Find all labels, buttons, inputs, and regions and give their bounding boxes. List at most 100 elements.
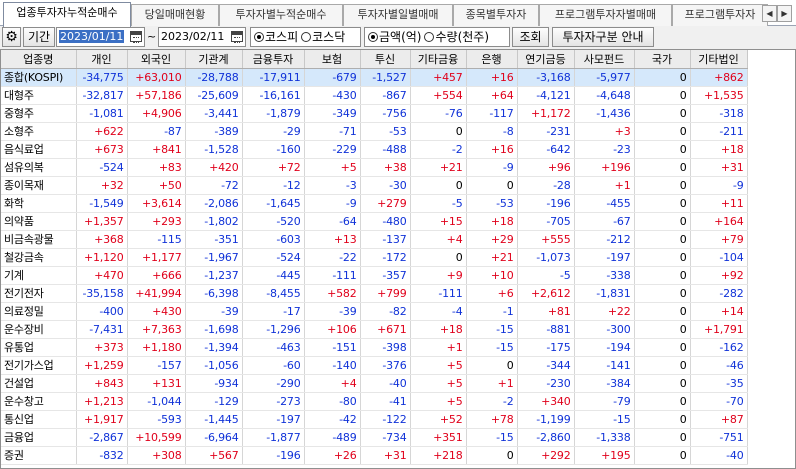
value-cell: +1,791 [690,320,748,339]
table-row[interactable]: 유통업 +373 +1,180 -1,394 -463 -151 -398 +1 -15 -175… [1,338,748,357]
value-cell: -12 [242,176,305,195]
column-header[interactable]: 연기금등 [517,50,575,69]
investor-table: 업종명 개인 외국인 기관계 금융투자 보험 투신 기타금융 은행 연기금등 사모펀드 국가 기타법인 … [1,50,748,465]
tab-program-investor[interactable]: 프로그램투자자 [672,4,768,26]
investor-guide-button[interactable]: 투자자구분 안내 [552,27,654,47]
value-cell: -80 [304,392,361,411]
unit-option-amount[interactable]: 금액(억) [368,30,421,44]
column-header[interactable]: 업종명 [1,50,77,69]
column-header[interactable]: 금융투자 [242,50,305,69]
sector-name-cell: 의약품 [1,212,77,231]
value-cell: -212 [574,230,635,249]
value-cell: -520 [242,212,305,231]
table-row[interactable]: 증권 -832 +308 +567 -196 +26 +31 +218 0 +292 +195 0 -4… [1,446,748,465]
tab-stock-investor[interactable]: 종목별투자자 [453,4,539,26]
value-cell: -230 [517,374,575,393]
sector-name-cell: 운수장비 [1,320,77,339]
column-header[interactable]: 투신 [360,50,411,69]
value-cell: -1,698 [185,320,243,339]
column-header[interactable]: 개인 [76,50,128,69]
query-button[interactable]: 조회 [512,27,549,47]
value-cell: +21 [466,248,518,267]
sector-name-cell: 통신업 [1,410,77,429]
value-cell: -157 [127,356,186,375]
column-header[interactable]: 기관계 [185,50,243,69]
market-option-kosdaq[interactable]: 코스닥 [301,30,345,44]
end-date-input[interactable]: 2023/02/11 [158,27,246,47]
table-row[interactable]: 전기전자 -35,158 +41,994 -6,398 -8,455 +582 +799 -1… [1,284,748,303]
tab-investor-daily[interactable]: 투자자별일별매매 [343,4,453,26]
value-cell: -1,338 [574,428,635,447]
value-cell: -211 [690,122,748,141]
table-row[interactable]: 대형주 -32,817 +57,186 -25,609 -16,161 -430 -867 +… [1,86,748,105]
tab-program-investor-trading[interactable]: 프로그램투자자별매매 [539,4,672,26]
table-row[interactable]: 금융업 -2,867 +10,599 -6,964 -1,877 -489 -734 +351… [1,428,748,447]
value-cell: 0 [634,302,691,321]
table-row[interactable]: 화학 -1,549 +3,614 -2,086 -1,645 -9 +279 -5 -53 -19… [1,194,748,213]
unit-option-quantity[interactable]: 수량(천주) [424,30,489,44]
table-row[interactable]: 운수장비 -7,431 +7,363 -1,698 -1,296 +106 +671 +18-… [1,320,748,339]
value-cell: -111 [410,284,467,303]
value-cell: -603 [242,230,305,249]
value-cell: +1,177 [127,248,186,267]
calendar-icon[interactable] [130,31,142,43]
table-header-row: 업종명 개인 외국인 기관계 금융투자 보험 투신 기타금융 은행 연기금등 사모펀드 국가 기타법인 [1,50,748,69]
value-cell: +29 [466,230,518,249]
value-cell: +26 [304,446,361,465]
table-row[interactable]: 통신업 +1,917 -593 -1,445 -197 -42 -122 +52 +78 -1,1… [1,410,748,429]
table-row[interactable]: 비금속광물 +368 -115 -351 -603 +13 -137 +4 +29 +555 -21… [1,230,748,249]
value-cell: +18 [410,320,467,339]
value-cell: -82 [360,302,411,321]
table-row[interactable]: 음식료업 +673 +841 -1,528 -160 -229 -488 -2 +16 -642-… [1,140,748,159]
value-cell: -273 [242,392,305,411]
tab-scroll-right-button[interactable]: ▶ [777,5,792,22]
table-row[interactable]: 철강금속 +1,120 +1,177 -1,967 -524 -22 -172 0 +21 -1,… [1,248,748,267]
value-cell: 0 [410,176,467,195]
value-cell: 0 [634,230,691,249]
value-cell: -196 [517,194,575,213]
market-option-kospi[interactable]: 코스피 [254,30,298,44]
table-row[interactable]: 중형주 -1,081 +4,906 -3,441 -1,879 -349 -756 -76 -1… [1,104,748,123]
sector-name-cell: 증권 [1,446,77,465]
table-row[interactable]: 소형주 +622 -87 -389 -29 -71 -53 0 -8 -231 +3 0 -211 [1,122,748,141]
column-header[interactable]: 기타법인 [690,50,748,69]
value-cell: 0 [466,176,518,195]
column-header[interactable]: 보험 [304,50,361,69]
start-date-input[interactable]: 2023/01/11 [56,27,145,47]
table-row[interactable]: 건설업 +843 +131 -934 -290 +4 -40 +5 +1 -230 -384 0 -35 [1,374,748,393]
table-row[interactable]: 운수창고 +1,213 -1,044 -129 -273 -80 -41 +5 -2 +340 -7… [1,392,748,411]
value-cell: -4,121 [517,86,575,105]
value-cell: -67 [574,212,635,231]
value-cell: +555 [517,230,575,249]
table-row[interactable]: 의료정밀 -400 +430 -39 -17 -39 -82 -4 -1 +81 +22 0 +14 [1,302,748,321]
settings-button[interactable]: ⚙ [2,27,21,47]
column-header[interactable]: 사모펀드 [574,50,635,69]
table-row[interactable]: 섬유의복 -524 +83 +420 +72 +5 +38 +21 -9 +96 +196 0 +31 [1,158,748,177]
calendar-icon[interactable] [231,31,243,43]
table-row[interactable]: 종이목재 +32 +50 -72 -12 -3 -30 0 0 -28 +1 0 -9 [1,176,748,195]
column-header[interactable]: 은행 [466,50,518,69]
value-cell: +15 [410,212,467,231]
column-header[interactable]: 외국인 [127,50,186,69]
value-cell: +18 [466,212,518,231]
table-row[interactable]: 의약품 +1,357 +293 -1,802 -520 -64 -480 +15 +18 -705… [1,212,748,231]
value-cell: 0 [634,428,691,447]
radio-empty-icon [424,32,435,42]
table-row[interactable]: 전기가스업 +1,259 -157 -1,056 -60 -140 -376 +5 0 -344-… [1,356,748,375]
value-cell: -1,073 [517,248,575,267]
market-radio-group: 코스피 코스닥 [250,27,361,47]
tab-scroll-left-button[interactable]: ◀ [762,5,777,22]
sector-name-cell: 종합(KOSPI) [1,68,77,87]
table-row[interactable]: 종합(KOSPI) -34,775 +63,010 -28,788 -17,911 -67… [1,68,748,87]
value-cell: +5 [410,392,467,411]
value-cell: -22 [304,248,361,267]
tab-investor-cumulative[interactable]: 투자자별누적순매수 [219,4,343,26]
value-cell: +22 [574,302,635,321]
tab-sector-investor-cumulative[interactable]: 업종투자자누적순매수 [3,2,131,27]
column-header[interactable]: 국가 [634,50,691,69]
column-header[interactable]: 기타금융 [410,50,467,69]
table-row[interactable]: 기계 +470 +666 -1,237 -445 -111 -357 +9 +10 -5 -338 0… [1,266,748,285]
value-cell: -2,867 [76,428,128,447]
value-cell: -137 [360,230,411,249]
tab-daily-trading-status[interactable]: 당일매매현황 [131,4,219,26]
